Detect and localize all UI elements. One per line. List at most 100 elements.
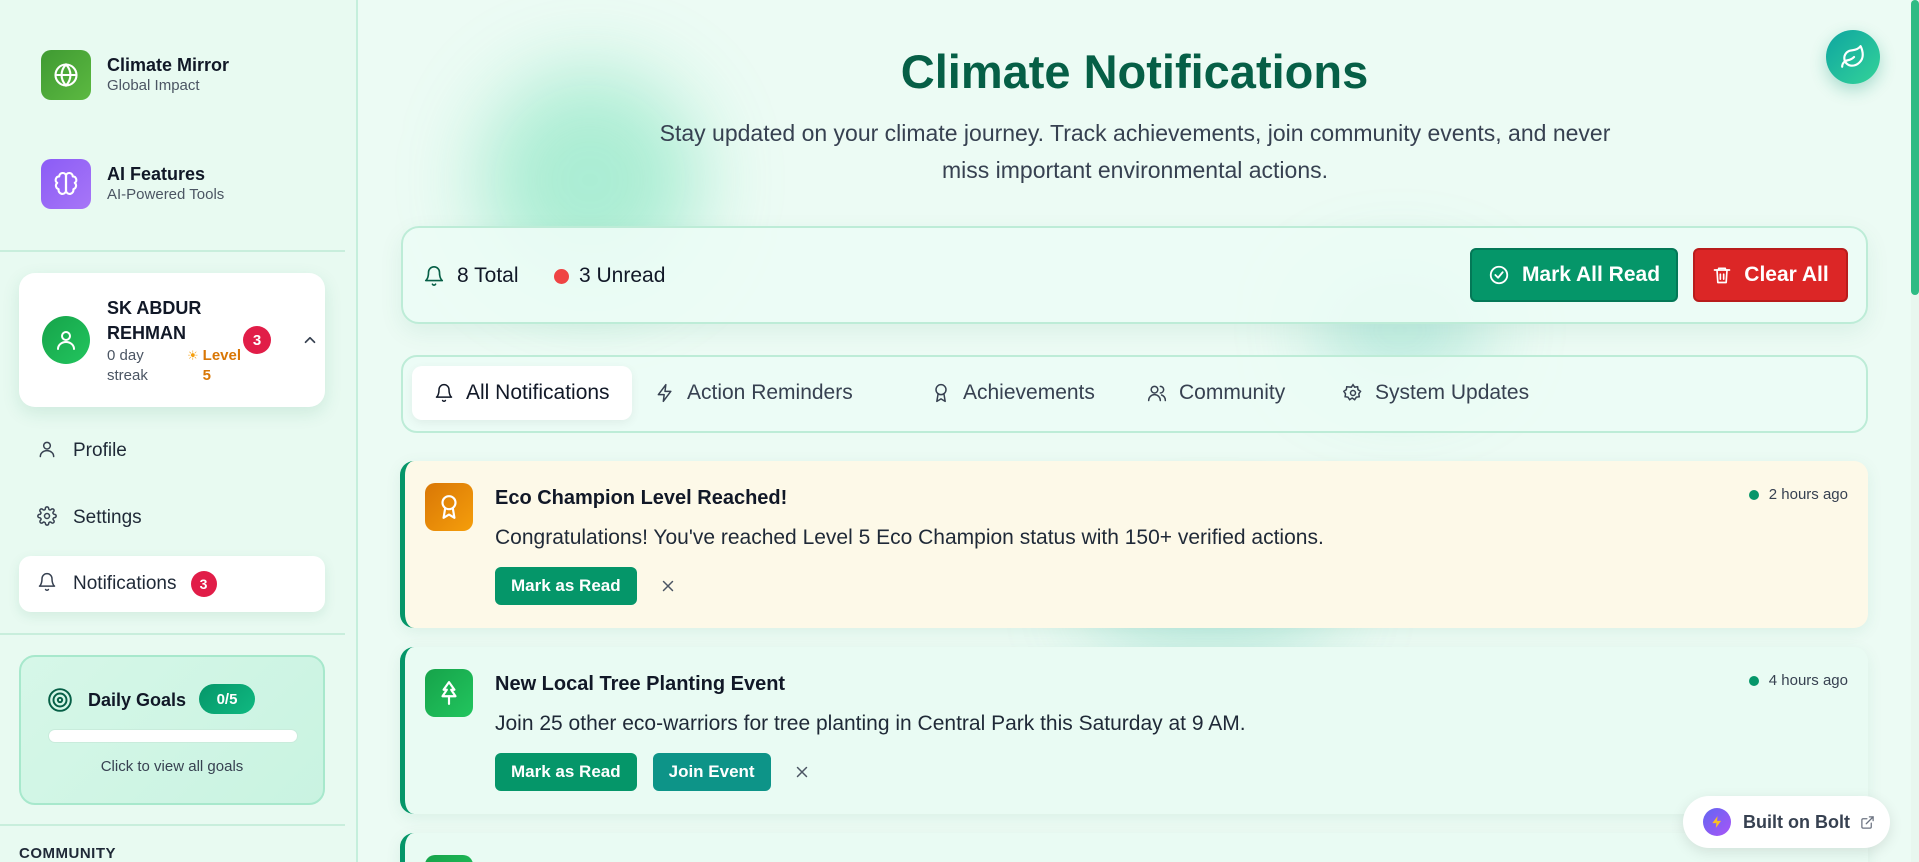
unread-dot-icon — [1748, 489, 1759, 500]
mark-as-read-button[interactable]: Mark as Read — [495, 753, 637, 791]
bell-icon — [423, 265, 445, 287]
notification-time-label: 2 hours ago — [1768, 486, 1848, 503]
tab-label: All Notifications — [466, 381, 610, 404]
daily-goals-card[interactable]: Daily Goals 0/5 Click to view all goals — [19, 655, 325, 805]
target-icon — [47, 687, 73, 718]
leaf-icon — [1841, 45, 1864, 68]
notification-time: 2 hours ago — [1748, 486, 1848, 503]
notification-icon — [425, 855, 473, 862]
user-level-label: Level 5 — [202, 347, 242, 384]
daily-goals-title: Daily Goals — [88, 690, 187, 710]
sidebar-divider — [0, 633, 345, 635]
tree-icon — [425, 669, 473, 717]
user-card[interactable]: SK ABDUR REHMAN 0 day streak ☀ Level 5 3 — [19, 273, 325, 407]
notification-actions: Mark as Read Join Event — [495, 753, 811, 791]
notification-card: Eco Champion Level Reached! Congratulati… — [400, 461, 1868, 628]
external-link-icon — [1860, 815, 1875, 830]
page-scrollbar[interactable] — [1911, 0, 1919, 862]
tab-achievements[interactable]: Achievements — [909, 366, 1117, 420]
sidebar-item-label: Settings — [73, 507, 142, 528]
gear-icon — [37, 505, 57, 531]
notification-title: New Local Tree Planting Event — [495, 673, 786, 695]
notification-stats-bar: 8 Total 3 Unread Mark All Read Clear All — [401, 226, 1868, 324]
join-event-button[interactable]: Join Event — [652, 753, 771, 791]
brain-icon — [41, 159, 91, 209]
sidebar-item-notifications[interactable]: Notifications 3 — [19, 556, 325, 612]
bell-icon — [37, 572, 57, 597]
notification-card — [400, 833, 1868, 862]
tab-system-updates[interactable]: System Updates — [1321, 366, 1551, 420]
sparkle-icon: ☀ — [187, 348, 199, 363]
unread-dot-icon — [554, 268, 569, 284]
notification-tabs: All Notifications Action Reminders Achie… — [401, 355, 1868, 433]
bell-icon — [434, 383, 454, 403]
page-subtitle: Stay updated on your climate journey. Tr… — [659, 120, 1611, 183]
sidebar-item-label: Notifications — [73, 573, 177, 594]
scrollbar-thumb[interactable] — [1911, 0, 1919, 295]
brand-subtitle: AI-Powered Tools — [107, 186, 225, 203]
users-icon — [1147, 383, 1167, 403]
total-count-label: 8 Total — [457, 264, 519, 287]
notification-count-badge: 3 — [190, 571, 217, 597]
main-content: Climate Notifications Stay updated on yo… — [360, 0, 1919, 862]
sidebar-divider — [0, 250, 345, 252]
user-notification-badge: 3 — [243, 326, 271, 354]
section-label-community: COMMUNITY — [19, 845, 116, 862]
mark-all-read-button[interactable]: Mark All Read — [1470, 248, 1678, 302]
brand-subtitle: Global Impact — [107, 77, 200, 94]
bolt-icon — [1703, 808, 1731, 836]
tab-action-reminders[interactable]: Action Reminders — [633, 366, 875, 420]
tab-label: Community — [1179, 381, 1286, 404]
brand-climate-mirror[interactable]: Climate Mirror Global Impact — [41, 50, 229, 100]
user-icon — [37, 439, 57, 464]
notification-time-label: 4 hours ago — [1768, 672, 1848, 689]
close-icon[interactable] — [659, 577, 677, 595]
unread-count: 3 Unread — [554, 264, 665, 288]
tab-label: Action Reminders — [687, 381, 853, 404]
notification-card: New Local Tree Planting Event Join 25 ot… — [400, 647, 1868, 814]
daily-goals-progress — [48, 729, 298, 743]
chevron-up-icon[interactable] — [301, 331, 319, 354]
sidebar-item-settings[interactable]: Settings — [19, 490, 325, 546]
sidebar-divider — [0, 824, 345, 826]
tab-label: Achievements — [963, 381, 1095, 404]
award-icon — [425, 483, 473, 531]
check-circle-icon — [1488, 264, 1510, 286]
tab-community[interactable]: Community — [1125, 366, 1307, 420]
award-icon — [931, 383, 951, 403]
mark-as-read-button[interactable]: Mark as Read — [495, 567, 637, 605]
brand-title: AI Features — [107, 164, 206, 184]
gear-icon — [1343, 383, 1363, 403]
tab-all-notifications[interactable]: All Notifications — [412, 366, 632, 420]
user-streak: 0 day streak — [107, 347, 148, 384]
built-on-bolt-badge[interactable]: Built on Bolt — [1683, 796, 1890, 848]
user-name: SK ABDUR REHMAN — [107, 298, 202, 343]
sidebar-item-label: Profile — [73, 440, 127, 461]
close-icon[interactable] — [793, 763, 811, 781]
brand-ai-features[interactable]: AI Features AI-Powered Tools — [41, 159, 224, 209]
clear-all-button[interactable]: Clear All — [1693, 248, 1848, 302]
globe-icon — [41, 50, 91, 100]
sidebar-item-profile[interactable]: Profile — [19, 423, 325, 479]
unread-dot-icon — [1748, 675, 1759, 686]
daily-goals-hint: Click to view all goals — [100, 758, 244, 775]
notification-actions: Mark as Read — [495, 567, 677, 605]
trash-icon — [1712, 265, 1732, 285]
total-count: 8 Total — [423, 264, 519, 288]
mark-all-read-label: Mark All Read — [1521, 263, 1661, 286]
brand-title: Climate Mirror — [107, 55, 230, 75]
unread-count-label: 3 Unread — [579, 264, 666, 287]
sidebar: Climate Mirror Global Impact AI Features… — [0, 0, 358, 862]
clear-all-label: Clear All — [1744, 263, 1829, 286]
avatar — [42, 316, 90, 364]
page-title: Climate Notifications — [900, 45, 1369, 98]
tab-label: System Updates — [1375, 381, 1530, 404]
daily-goals-count: 0/5 — [199, 684, 255, 714]
leaf-action-button[interactable] — [1826, 30, 1880, 84]
notification-body: Congratulations! You've reached Level 5 … — [495, 526, 1324, 549]
lightning-icon — [655, 383, 675, 403]
notification-body: Join 25 other eco-warriors for tree plan… — [495, 712, 1246, 735]
built-on-bolt-label: Built on Bolt — [1743, 811, 1850, 832]
notification-time: 4 hours ago — [1748, 672, 1848, 689]
notification-title: Eco Champion Level Reached! — [495, 487, 788, 509]
